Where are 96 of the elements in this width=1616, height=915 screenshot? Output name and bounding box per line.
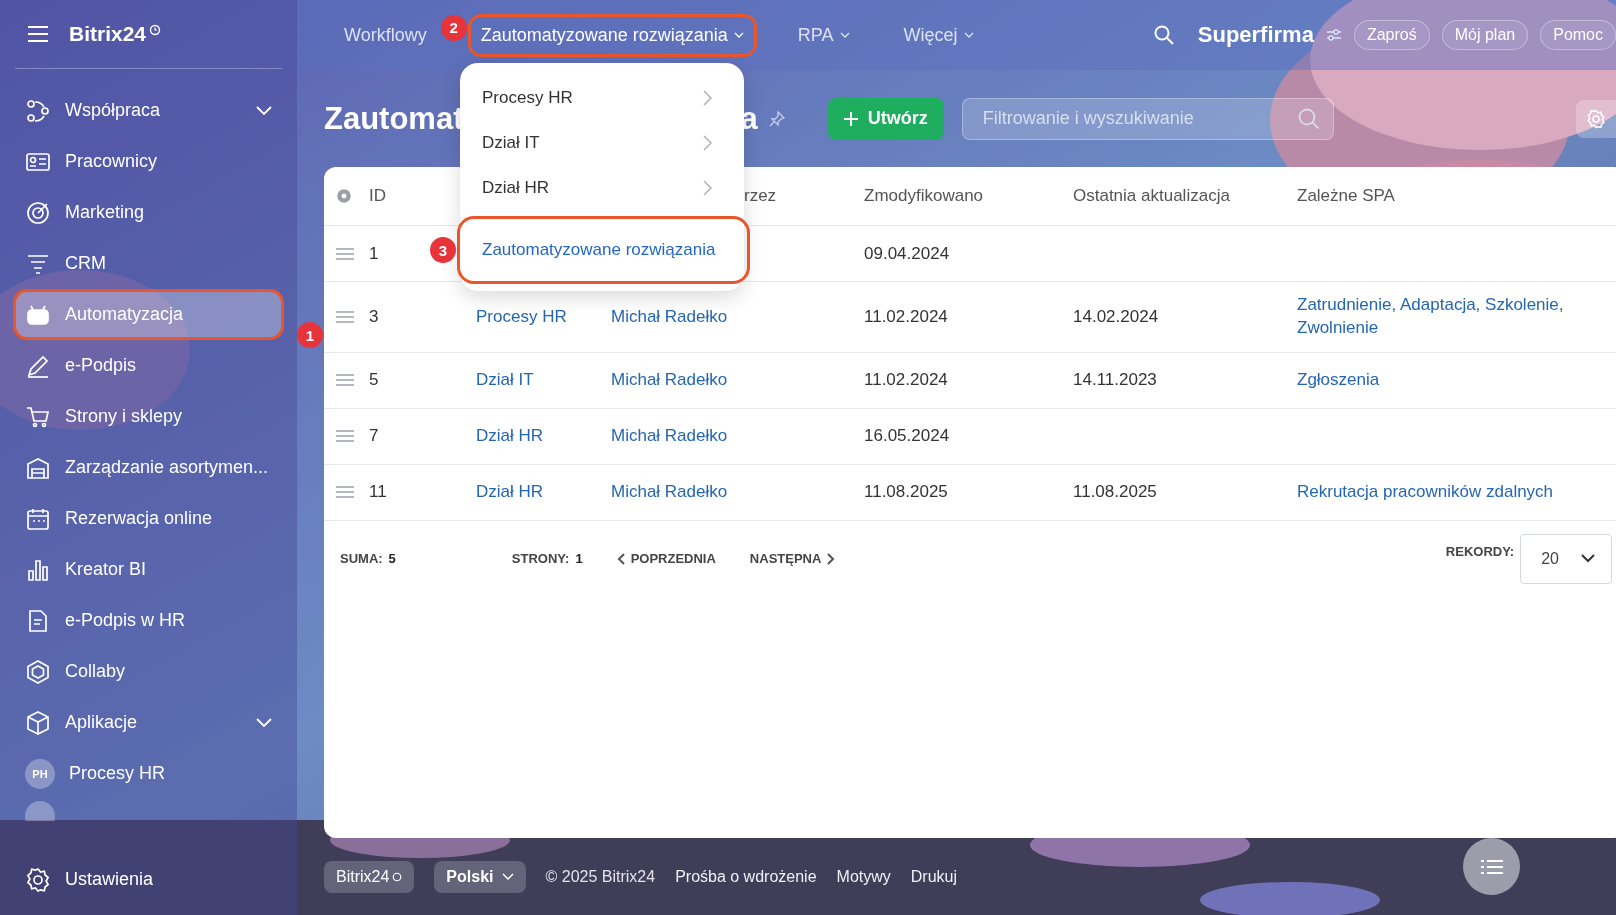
company-name[interactable]: Superfirma <box>1197 22 1314 48</box>
table-cell: 09.04.2024 <box>864 243 950 263</box>
footer-link[interactable]: Drukuj <box>910 867 957 886</box>
logo[interactable]: Bitrix24 <box>69 22 147 46</box>
sidebar-item[interactable]: Aplikacje <box>15 699 282 746</box>
drag-handle-icon[interactable] <box>336 486 354 499</box>
sidebar-item[interactable]: Ustawienia <box>15 856 282 903</box>
nav-tab[interactable]: Więcej <box>893 16 984 54</box>
records-label: REKORDY: <box>1445 544 1515 560</box>
logo-button[interactable]: Bitrix24 <box>324 860 415 893</box>
chevron-left-icon <box>616 552 625 565</box>
chevron-down-icon <box>1581 554 1595 564</box>
list-icon <box>1480 858 1503 875</box>
table-cell: 11.08.2025 <box>1073 482 1157 502</box>
nav-tab[interactable]: Zautomatyzowane rozwiązania <box>470 16 754 54</box>
drag-handle-icon[interactable] <box>336 247 354 260</box>
spa-link[interactable]: Zatrudnienie, Adaptacja, Szkolenie, Zwolnienie <box>1297 294 1597 340</box>
footer-link[interactable]: Motywy <box>836 867 891 886</box>
sidebar-item[interactable]: Współpraca <box>15 87 282 134</box>
nav-tab[interactable]: Workflowy <box>334 16 437 54</box>
previous-link[interactable]: POPRZEDNIA <box>616 551 716 567</box>
search-icon <box>1297 107 1320 130</box>
user-link[interactable]: Michał Radełko <box>611 482 728 502</box>
table-cell: 11 <box>369 482 387 502</box>
total-count: 5 <box>388 551 396 567</box>
chevron-down-icon <box>839 32 850 38</box>
table-cell: 7 <box>369 426 379 446</box>
sidebar-item[interactable]: PH Procesy HR <box>15 750 282 797</box>
menu-item[interactable]: Dział HR <box>460 165 744 210</box>
language-select[interactable]: Polski <box>434 860 526 893</box>
chevron-right-icon <box>703 179 712 196</box>
sidebar-item[interactable]: Collaby <box>15 648 282 695</box>
copyright-text: © 2025 Bitrix24 <box>545 867 656 886</box>
table-cell: 1 <box>369 243 379 263</box>
records-select[interactable]: 20 <box>1520 533 1612 584</box>
table-cell: 11.08.2025 <box>864 482 948 502</box>
table-cell: 11.02.2024 <box>864 306 948 326</box>
menu-icon[interactable] <box>27 26 49 42</box>
name-link[interactable]: Dział HR <box>476 426 544 446</box>
hexagon-icon <box>25 658 51 685</box>
column-header[interactable]: Zmodyfikowano <box>864 186 1073 206</box>
table-cell: 14.11.2023 <box>1073 370 1157 390</box>
table-cell: 5 <box>369 370 379 390</box>
drag-handle-icon[interactable] <box>336 310 354 323</box>
target-icon <box>25 199 51 226</box>
list-button[interactable] <box>1463 838 1520 895</box>
sidebar-item[interactable]: Kreator BI <box>15 546 282 593</box>
menu-item[interactable]: Zautomatyzowane rozwiązania <box>460 219 747 281</box>
chevron-right-icon <box>703 134 712 151</box>
sidebar-item[interactable]: CRM <box>15 240 282 287</box>
settings-button[interactable] <box>1576 99 1616 138</box>
user-link[interactable]: Michał Radełko <box>611 370 728 390</box>
chevron-down-icon <box>963 32 974 38</box>
sidebar-item[interactable]: Strony i sklepy <box>15 393 282 440</box>
sidebar-item[interactable]: Rezerwacja online <box>15 495 282 542</box>
sidebar-item[interactable]: Zarządzanie asortymen... <box>15 444 282 491</box>
sidebar-item[interactable]: Pracownicy <box>15 138 282 185</box>
spa-link[interactable]: Rekrutacja pracowników zdalnych <box>1297 480 1597 504</box>
sidebar-item[interactable]: e-Podpis <box>15 342 282 389</box>
table-cell: 3 <box>369 306 379 326</box>
sliders-icon[interactable] <box>1325 28 1342 42</box>
user-link[interactable]: Michał Radełko <box>611 426 728 446</box>
drag-handle-icon[interactable] <box>336 374 354 387</box>
chevron-right-icon <box>703 89 712 106</box>
chevron-down-icon <box>256 105 272 116</box>
plus-icon <box>843 111 858 126</box>
next-link[interactable]: NASTĘPNA <box>749 551 836 567</box>
people-icon <box>25 97 51 124</box>
nav-tab[interactable]: RPA <box>787 16 860 54</box>
column-header[interactable]: Zależne SPA <box>1297 172 1597 220</box>
sidebar-item[interactable]: e-Podpis w HR <box>15 597 282 644</box>
total-label: SUMA: <box>340 551 383 567</box>
sidebar-item[interactable]: Marketing <box>15 189 282 236</box>
name-link[interactable]: Procesy HR <box>476 306 567 326</box>
clock-icon <box>149 24 162 36</box>
name-link[interactable]: Dział IT <box>476 370 534 390</box>
pin-icon[interactable] <box>767 109 786 128</box>
chevron-down-icon <box>256 717 272 728</box>
pages-label: STRONY: <box>511 551 570 567</box>
search-icon[interactable] <box>1153 25 1174 45</box>
drag-handle-icon[interactable] <box>336 430 354 443</box>
column-header[interactable]: Ostatnia aktualizacja <box>1073 186 1297 206</box>
table-cell: 11.02.2024 <box>864 370 948 390</box>
clock-icon <box>392 871 403 882</box>
chevron-down-icon <box>733 32 744 38</box>
name-link[interactable]: Dział HR <box>476 482 544 502</box>
chevron-right-icon <box>827 552 836 565</box>
spa-link[interactable]: Zgłoszenia <box>1297 368 1597 392</box>
user-link[interactable]: Michał Radełko <box>611 306 728 326</box>
avatar: PH <box>25 758 55 789</box>
table-cell: 14.02.2024 <box>1073 306 1159 326</box>
chevron-down-icon <box>501 872 514 881</box>
footer-link[interactable]: Prośba o wdrożenie <box>675 867 817 886</box>
page-number: 1 <box>575 551 583 567</box>
table-cell: 16.05.2024 <box>864 426 950 446</box>
cube-icon <box>25 709 51 736</box>
